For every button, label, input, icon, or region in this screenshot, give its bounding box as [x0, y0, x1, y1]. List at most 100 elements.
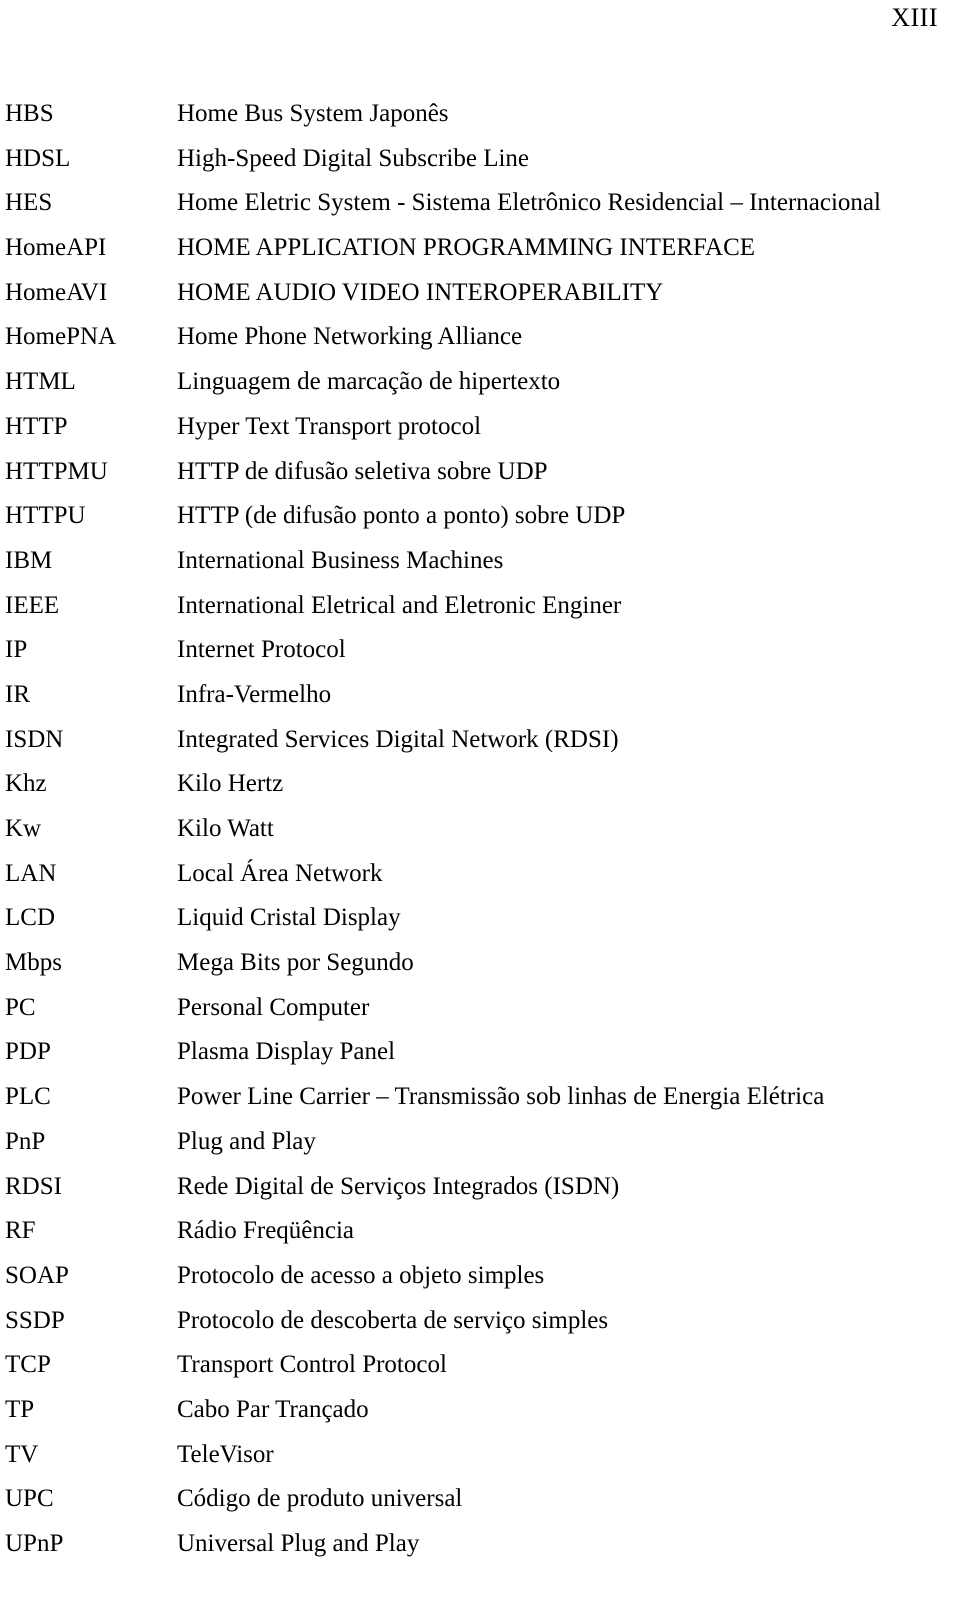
glossary-term: ISDN [5, 725, 64, 753]
glossary-row: PDP Plasma Display Panel [0, 1037, 960, 1082]
glossary-definition: HOME APPLICATION PROGRAMMING INTERFACE [177, 234, 756, 262]
glossary-term: UPC [5, 1485, 54, 1513]
glossary-term: HTTPU [5, 502, 86, 530]
glossary-term: TV [5, 1440, 39, 1468]
glossary-row: RF Rádio Freqüência [0, 1216, 960, 1261]
glossary-term: SSDP [5, 1306, 65, 1334]
page-number: XIII [891, 3, 938, 32]
glossary-row: TP Cabo Par Trançado [0, 1395, 960, 1440]
glossary-row: UPC Código de produto universal [0, 1484, 960, 1529]
glossary-definition: Universal Plug and Play [177, 1530, 420, 1557]
glossary-row: IR Infra-Vermelho [0, 680, 960, 725]
glossary-row: Khz Kilo Hertz [0, 769, 960, 814]
glossary-term: RF [5, 1217, 36, 1245]
glossary-term: HTTP [5, 412, 68, 440]
glossary-term: HBS [5, 100, 54, 127]
glossary-term: HTML [5, 368, 76, 396]
glossary-row: Mbps Mega Bits por Segundo [0, 948, 960, 993]
glossary-term: PLC [5, 1083, 51, 1111]
glossary-definition: HTTP de difusão seletiva sobre UDP [177, 457, 548, 485]
glossary-term: HTTPMU [5, 457, 108, 485]
glossary-term: UPnP [5, 1530, 64, 1557]
glossary-term: Khz [5, 770, 47, 798]
glossary-definition: Transport Control Protocol [177, 1351, 447, 1379]
glossary-term: TP [5, 1395, 35, 1423]
glossary-row: HES Home Eletric System - Sistema Eletrôn… [0, 188, 960, 233]
glossary-definition: International Business Machines [177, 546, 504, 574]
glossary-list: HBS Home Bus System Japonês HDSL High-Speed… [0, 99, 960, 1574]
glossary-row: IBM International Business Machines [0, 546, 960, 591]
page-header: XIII [0, 0, 938, 60]
glossary-term: TCP [5, 1351, 51, 1379]
glossary-row: ISDN Integrated Services Digital Network … [0, 725, 960, 770]
glossary-definition: International Eletrical and Eletronic En… [177, 591, 622, 619]
glossary-definition: Liquid Cristal Display [177, 904, 401, 932]
glossary-row: HTTP Hyper Text Transport protocol [0, 412, 960, 457]
glossary-definition: Home Eletric System - Sistema Eletrônico… [177, 189, 881, 217]
glossary-definition: Rádio Freqüência [177, 1217, 355, 1245]
glossary-row: HTTPU HTTP (de difusão ponto a ponto) sob… [0, 501, 960, 546]
glossary-term: LAN [5, 859, 57, 887]
glossary-definition: Kilo Watt [177, 815, 274, 842]
glossary-term: PDP [5, 1038, 51, 1066]
glossary-term: LCD [5, 904, 55, 932]
glossary-row: PnP Plug and Play [0, 1127, 960, 1172]
glossary-row: TCP Transport Control Protocol [0, 1350, 960, 1395]
glossary-definition: Código de produto universal [177, 1485, 463, 1513]
glossary-definition: Protocolo de acesso a objeto simples [177, 1261, 545, 1289]
glossary-definition: High-Speed Digital Subscribe Line [177, 144, 530, 172]
glossary-row: RDSI Rede Digital de Serviços Integrados … [0, 1172, 960, 1217]
glossary-row: HDSL High-Speed Digital Subscribe Line [0, 144, 960, 189]
glossary-definition: Mega Bits por Segundo [177, 949, 414, 977]
glossary-definition: Integrated Services Digital Network (RDS… [177, 725, 619, 753]
glossary-definition: Hyper Text Transport protocol [177, 412, 482, 440]
glossary-term: PnP [5, 1127, 46, 1155]
glossary-term: Mbps [5, 949, 62, 977]
glossary-definition: Infra-Vermelho [177, 680, 332, 708]
glossary-row: TV TeleVisor [0, 1440, 960, 1485]
glossary-row: HTTPMU HTTP de difusão seletiva sobre UDP [0, 457, 960, 502]
glossary-definition: TeleVisor [177, 1440, 274, 1468]
glossary-definition: Personal Computer [177, 993, 370, 1021]
glossary-term: RDSI [5, 1172, 62, 1200]
glossary-definition: Home Phone Networking Alliance [177, 323, 523, 351]
glossary-term: HomeAVI [5, 278, 108, 306]
glossary-row: PLC Power Line Carrier – Transmissão sob … [0, 1082, 960, 1127]
glossary-term: HES [5, 189, 53, 217]
glossary-definition: Protocolo de descoberta de serviço simpl… [177, 1306, 609, 1334]
glossary-term: SOAP [5, 1261, 69, 1289]
glossary-definition: Home Bus System Japonês [177, 100, 449, 127]
glossary-term: IR [5, 680, 30, 708]
glossary-row: HTML Linguagem de marcação de hipertexto [0, 367, 960, 412]
glossary-definition: HOME AUDIO VIDEO INTEROPERABILITY [177, 278, 664, 306]
glossary-term: PC [5, 993, 36, 1021]
glossary-row: HomeAPI HOME APPLICATION PROGRAMMING INTE… [0, 233, 960, 278]
glossary-row: Kw Kilo Watt [0, 814, 960, 859]
glossary-definition: Internet Protocol [177, 636, 346, 664]
glossary-row: SSDP Protocolo de descoberta de serviço s… [0, 1306, 960, 1351]
glossary-term: HomePNA [5, 323, 117, 351]
glossary-definition: Cabo Par Trançado [177, 1395, 369, 1423]
glossary-definition: HTTP (de difusão ponto a ponto) sobre UD… [177, 502, 626, 530]
glossary-term: Kw [5, 815, 42, 842]
glossary-term: IP [5, 636, 28, 664]
glossary-row: HomePNA Home Phone Networking Alliance [0, 322, 960, 367]
glossary-definition: Plasma Display Panel [177, 1038, 396, 1066]
glossary-definition: Kilo Hertz [177, 770, 284, 798]
glossary-row: IEEE International Eletrical and Eletroni… [0, 591, 960, 636]
glossary-row: HomeAVI HOME AUDIO VIDEO INTEROPERABILITY [0, 278, 960, 323]
glossary-row: UPnP Universal Plug and Play [0, 1529, 960, 1574]
glossary-term: IBM [5, 546, 53, 574]
glossary-row: LCD Liquid Cristal Display [0, 903, 960, 948]
document-page: XIII HBS Home Bus System Japonês HDSL High-… [0, 0, 960, 1603]
glossary-row: PC Personal Computer [0, 993, 960, 1038]
glossary-row: HBS Home Bus System Japonês [0, 99, 960, 144]
glossary-term: HomeAPI [5, 234, 107, 262]
glossary-row: SOAP Protocolo de acesso a objeto simples [0, 1261, 960, 1306]
glossary-definition: Linguagem de marcação de hipertexto [177, 368, 561, 396]
glossary-term: HDSL [5, 144, 71, 172]
glossary-definition: Power Line Carrier – Transmissão sob lin… [177, 1083, 825, 1111]
glossary-row: IP Internet Protocol [0, 635, 960, 680]
glossary-term: IEEE [5, 591, 60, 619]
glossary-definition: Local Área Network [177, 859, 383, 887]
